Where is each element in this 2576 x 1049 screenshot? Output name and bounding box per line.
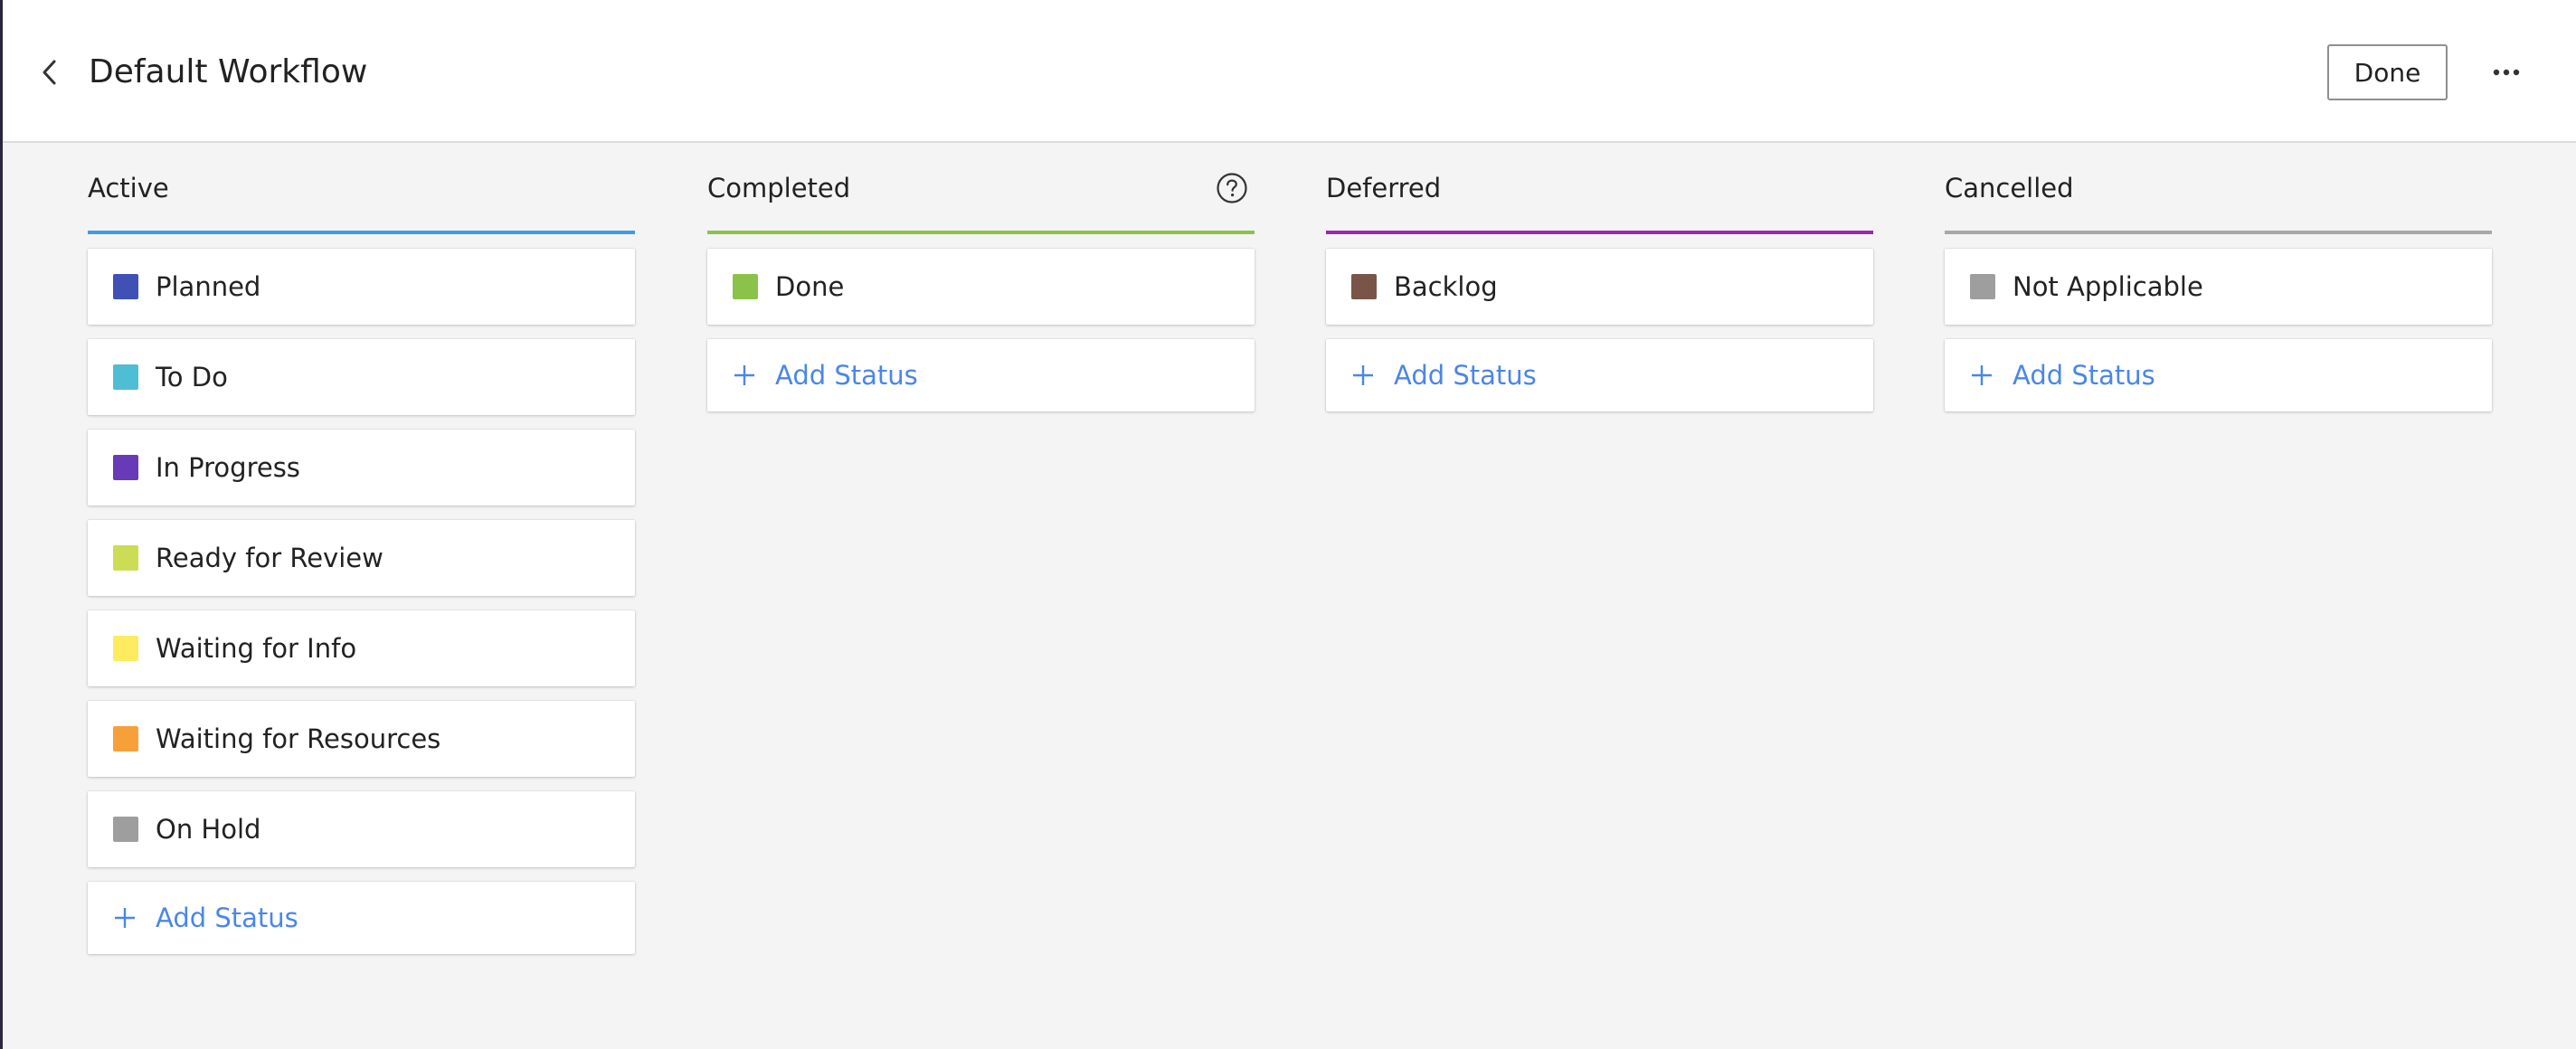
column-title: Completed	[707, 173, 851, 203]
add-status-button[interactable]: Add Status	[1326, 339, 1873, 411]
add-status-button[interactable]: Add Status	[88, 882, 635, 954]
status-card[interactable]: Ready for Review	[88, 520, 635, 596]
column-underline	[1326, 231, 1873, 234]
status-list: Not Applicable Add Status	[1945, 249, 2492, 426]
status-color-swatch	[113, 726, 138, 751]
plus-icon	[115, 908, 135, 928]
more-options-button[interactable]	[2485, 51, 2528, 94]
status-color-swatch	[113, 817, 138, 842]
add-status-label: Add Status	[2012, 360, 2155, 391]
column-header: Active	[88, 145, 635, 235]
status-label: Backlog	[1394, 271, 1498, 302]
column-title: Cancelled	[1945, 173, 2074, 203]
window-edge	[0, 0, 3, 1049]
status-list: Done Add Status	[707, 249, 1255, 426]
status-label: Done	[775, 271, 845, 302]
status-card[interactable]: In Progress	[88, 430, 635, 506]
add-status-button[interactable]: Add Status	[707, 339, 1255, 411]
column-underline	[1945, 231, 2492, 234]
status-card[interactable]: To Do	[88, 339, 635, 415]
status-color-swatch	[733, 274, 758, 299]
add-status-label: Add Status	[156, 903, 298, 933]
status-card[interactable]: Planned	[88, 249, 635, 325]
more-horizontal-icon	[2493, 69, 2520, 76]
status-color-swatch	[113, 455, 138, 480]
done-button[interactable]: Done	[2327, 44, 2448, 100]
status-label: Waiting for Info	[156, 633, 357, 664]
status-label: To Do	[156, 362, 228, 392]
column-title: Active	[88, 173, 169, 203]
status-list: Backlog Add Status	[1326, 249, 1873, 426]
column-title: Deferred	[1326, 173, 1442, 203]
plus-icon	[734, 365, 754, 385]
status-label: On Hold	[156, 814, 261, 845]
question-circle-icon[interactable]	[1216, 172, 1248, 204]
status-card[interactable]: Backlog	[1326, 249, 1873, 325]
status-color-swatch	[113, 364, 138, 390]
column-header: Completed	[707, 145, 1255, 235]
status-card[interactable]: Waiting for Resources	[88, 701, 635, 777]
add-status-button[interactable]: Add Status	[1945, 339, 2492, 411]
status-color-swatch	[113, 274, 138, 299]
status-label: Not Applicable	[2012, 271, 2203, 302]
status-color-swatch	[1351, 274, 1377, 299]
plus-icon	[1972, 365, 1992, 385]
status-label: Planned	[156, 271, 261, 302]
status-color-swatch	[113, 545, 138, 571]
status-label: In Progress	[156, 452, 300, 483]
status-color-swatch	[1970, 274, 1995, 299]
page-title: Default Workflow	[89, 53, 368, 90]
plus-icon	[1353, 365, 1373, 385]
add-status-label: Add Status	[775, 360, 918, 391]
chevron-left-icon	[43, 60, 56, 85]
column-underline	[88, 231, 635, 234]
column-header: Cancelled	[1945, 145, 2492, 235]
status-label: Waiting for Resources	[156, 723, 441, 754]
status-list: Planned To Do In Progress Ready for Revi…	[88, 249, 635, 969]
status-card[interactable]: Done	[707, 249, 1255, 325]
column-header: Deferred	[1326, 145, 1873, 235]
status-card[interactable]: On Hold	[88, 791, 635, 867]
status-color-swatch	[113, 636, 138, 661]
add-status-label: Add Status	[1394, 360, 1537, 391]
status-label: Ready for Review	[156, 543, 384, 573]
status-card[interactable]: Waiting for Info	[88, 610, 635, 686]
status-card[interactable]: Not Applicable	[1945, 249, 2492, 325]
back-button[interactable]	[30, 49, 70, 96]
column-underline	[707, 231, 1255, 234]
page-header: Default Workflow Done	[3, 0, 2576, 143]
